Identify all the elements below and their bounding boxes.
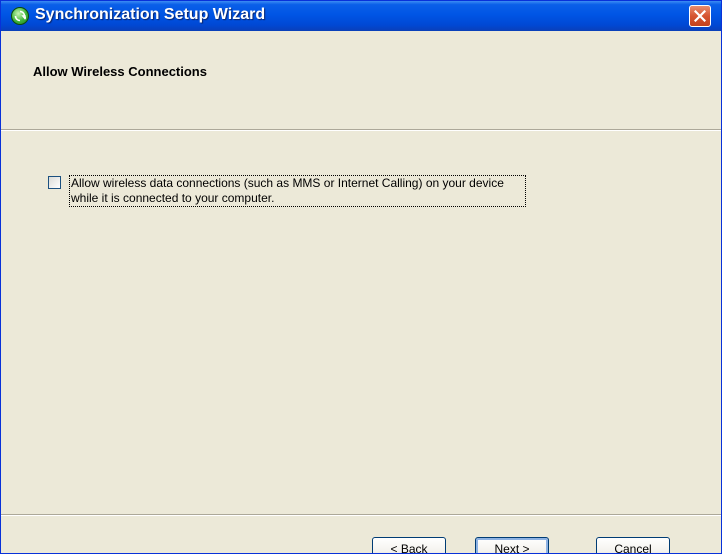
back-hotkey: B — [400, 541, 409, 554]
sync-app-icon — [11, 7, 29, 25]
header-divider — [1, 129, 721, 131]
wizard-window: Synchronization Setup Wizard Allow Wirel… — [0, 0, 722, 554]
allow-wireless-checkbox[interactable] — [48, 176, 61, 189]
back-rest: ack — [408, 541, 428, 554]
page-title: Allow Wireless Connections — [33, 64, 207, 79]
close-x-icon — [694, 10, 706, 22]
wizard-header: Allow Wireless Connections — [1, 31, 721, 129]
allow-wireless-label[interactable]: Allow wireless data connections (such as… — [69, 175, 526, 207]
next-button[interactable]: Next > — [475, 537, 549, 554]
footer-divider — [1, 514, 721, 516]
title-bar[interactable]: Synchronization Setup Wizard — [1, 1, 721, 31]
window-title: Synchronization Setup Wizard — [35, 6, 266, 23]
close-button[interactable] — [689, 5, 711, 27]
next-hotkey: N — [494, 541, 504, 554]
next-rest: ext > — [503, 541, 530, 554]
back-prefix: < — [390, 541, 401, 554]
cancel-button[interactable]: Cancel — [596, 537, 670, 553]
back-button[interactable]: < Back — [372, 537, 446, 554]
